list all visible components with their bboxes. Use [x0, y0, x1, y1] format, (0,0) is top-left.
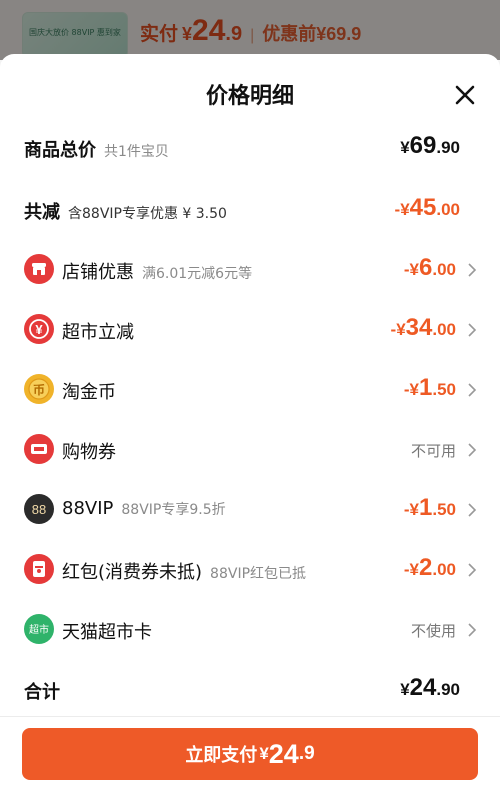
row-sub: 88VIP红包已抵 — [210, 566, 307, 582]
row-value: ¥24.90 — [400, 674, 460, 701]
supermarket-card-icon: 超市 — [24, 614, 54, 644]
row-label: 店铺优惠 满6.01元减6元等 — [62, 262, 253, 283]
vip-88-icon: 88 — [24, 494, 54, 524]
supermarket-card-icon-text: 超市 — [29, 623, 49, 636]
pay-button-yen: ¥ — [259, 744, 269, 763]
chevron-right-icon[interactable] — [466, 442, 478, 458]
chevron-right-icon[interactable] — [466, 502, 478, 518]
gold-coin-icon: 币 — [24, 374, 54, 404]
row-label: 商品总价 共1件宝贝 — [24, 140, 169, 161]
pay-button-dec: .9 — [298, 743, 315, 764]
svg-text:¥: ¥ — [35, 322, 43, 337]
row-value: -¥6.00 — [403, 254, 456, 281]
chevron-right-icon[interactable] — [466, 562, 478, 578]
pay-button-label: 立即支付 — [185, 745, 258, 766]
row-supermarket-discount[interactable]: ¥ 超市立减 -¥34.00 — [0, 308, 500, 352]
row-status: 不使用 — [410, 622, 456, 640]
row-total-discount: 共减 含88VIP专享优惠 ¥ 3.50 -¥45.00 — [0, 188, 500, 232]
chevron-right-icon[interactable] — [466, 322, 478, 338]
red-packet-icon — [24, 554, 54, 584]
row-label: 红包(消费券未抵) 88VIP红包已抵 — [62, 562, 307, 583]
pay-button-int: 24 — [268, 738, 299, 769]
row-label: 天猫超市卡 — [62, 622, 152, 643]
row-grand-total: 合计 ¥24.90 — [0, 668, 500, 712]
chevron-right-icon[interactable] — [466, 622, 478, 638]
shop-icon — [24, 254, 54, 284]
row-shopping-coupon[interactable]: 购物券 不可用 — [0, 428, 500, 472]
row-label: 购物券 — [62, 442, 116, 463]
chevron-right-icon[interactable] — [466, 382, 478, 398]
row-status: 不可用 — [410, 442, 456, 460]
row-value: -¥2.00 — [403, 554, 456, 581]
row-taojinbi[interactable]: 币 淘金币 -¥1.50 — [0, 368, 500, 412]
row-shop-discount[interactable]: 店铺优惠 满6.01元减6元等 -¥6.00 — [0, 248, 500, 292]
sheet-title: 价格明细 — [205, 84, 294, 109]
row-sub: 满6.01元减6元等 — [142, 266, 253, 282]
pay-now-button[interactable]: 立即支付 ¥ 24 .9 — [22, 728, 478, 780]
row-value: -¥1.50 — [403, 494, 456, 521]
row-label: 超市立减 — [62, 322, 134, 343]
row-value: ¥69.90 — [400, 132, 460, 159]
coupon-icon — [24, 434, 54, 464]
svg-text:币: 币 — [33, 383, 45, 397]
yen-discount-icon: ¥ — [24, 314, 54, 344]
row-label: 88VIP 88VIP专享9.5折 — [62, 498, 226, 519]
close-icon[interactable] — [452, 82, 478, 108]
row-item-total: 商品总价 共1件宝贝 ¥69.90 — [0, 126, 500, 170]
row-label: 淘金币 — [62, 382, 116, 403]
row-red-packet[interactable]: 红包(消费券未抵) 88VIP红包已抵 -¥2.00 — [0, 548, 500, 592]
row-value: -¥1.50 — [403, 374, 456, 401]
row-sub: 88VIP专享9.5折 — [121, 502, 226, 518]
row-sub: 含88VIP专享优惠 ¥ 3.50 — [68, 206, 227, 222]
chevron-right-icon[interactable] — [466, 262, 478, 278]
divider — [0, 716, 500, 717]
row-value: -¥34.00 — [390, 314, 456, 341]
row-value: -¥45.00 — [394, 194, 460, 221]
row-label: 共减 含88VIP专享优惠 ¥ 3.50 — [24, 202, 227, 223]
svg-text:88: 88 — [32, 502, 46, 517]
row-tmall-supermarket-card[interactable]: 超市 天猫超市卡 不使用 — [0, 608, 500, 652]
row-sub: 共1件宝贝 — [104, 144, 169, 160]
modal-overlay[interactable] — [0, 0, 500, 60]
row-88vip[interactable]: 88 88VIP 88VIP专享9.5折 -¥1.50 — [0, 488, 500, 532]
price-detail-sheet: 价格明细 商品总价 共1件宝贝 ¥69.90 共减 含88VIP专享优惠 ¥ 3.5… — [0, 54, 500, 801]
row-label: 合计 — [24, 682, 60, 703]
